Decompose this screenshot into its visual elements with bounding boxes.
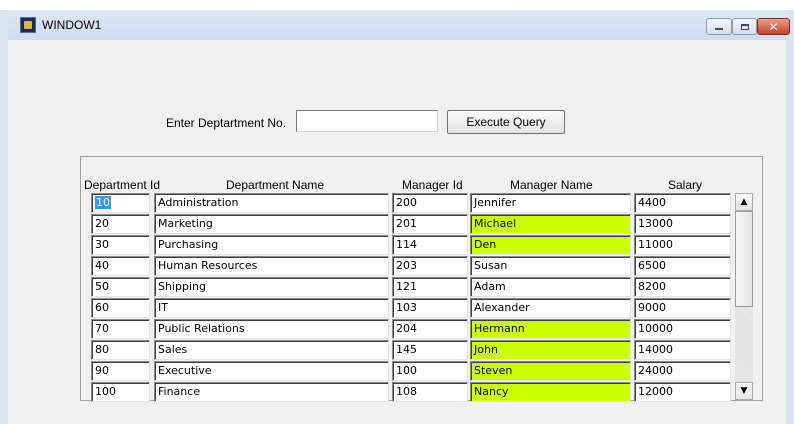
department-id-cell[interactable]: 20 [91, 214, 150, 234]
column-header-salary: Salary [668, 178, 703, 192]
table-row: 70 Public Relations 204 Hermann 10000 [0, 319, 794, 340]
close-icon: ✕ [768, 19, 779, 34]
scroll-up-button[interactable]: ▲ [735, 193, 753, 211]
column-header-department-id: Department Id [84, 178, 161, 192]
manager-name-cell[interactable]: Adam [470, 277, 631, 297]
selected-text: 10 [95, 196, 111, 209]
salary-cell[interactable]: 12000 [634, 382, 731, 402]
manager-name-cell[interactable]: Jennifer [470, 193, 631, 213]
maximize-button[interactable] [732, 18, 757, 35]
table-row: 20 Marketing 201 Michael 13000 [0, 214, 794, 235]
salary-cell[interactable]: 24000 [634, 361, 731, 381]
department-name-cell[interactable]: Public Relations [154, 319, 389, 339]
arrow-up-icon: ▲ [740, 197, 748, 207]
app-icon [20, 17, 36, 33]
arrow-down-icon: ▼ [740, 386, 748, 396]
department-number-label: Enter Deptartment No. [166, 116, 287, 130]
manager-id-cell[interactable]: 108 [392, 382, 468, 402]
table-row: 40 Human Resources 203 Susan 6500 [0, 256, 794, 277]
manager-id-cell[interactable]: 203 [392, 256, 468, 276]
department-name-cell[interactable]: Sales [154, 340, 389, 360]
department-id-cell[interactable]: 100 [91, 382, 150, 402]
table-row: 100 Finance 108 Nancy 12000 [0, 382, 794, 403]
manager-name-cell[interactable]: Nancy [470, 382, 631, 402]
salary-cell[interactable]: 9000 [634, 298, 731, 318]
scrollbar-thumb[interactable] [735, 211, 753, 307]
maximize-icon [740, 23, 749, 30]
manager-name-cell[interactable]: Hermann [470, 319, 631, 339]
department-name-cell[interactable]: Marketing [154, 214, 389, 234]
table-row: 60 IT 103 Alexander 9000 [0, 298, 794, 319]
column-header-department-name: Department Name [226, 178, 325, 192]
salary-cell[interactable]: 13000 [634, 214, 731, 234]
salary-cell[interactable]: 4400 [634, 193, 731, 213]
manager-id-cell[interactable]: 145 [392, 340, 468, 360]
table-row: 50 Shipping 121 Adam 8200 [0, 277, 794, 298]
salary-cell[interactable]: 8200 [634, 277, 731, 297]
manager-name-cell[interactable]: Susan [470, 256, 631, 276]
vertical-scrollbar[interactable]: ▲ ▼ [735, 193, 753, 400]
manager-id-cell[interactable]: 100 [392, 361, 468, 381]
department-name-cell[interactable]: Human Resources [154, 256, 389, 276]
department-id-cell[interactable]: 30 [91, 235, 150, 255]
manager-id-cell[interactable]: 201 [392, 214, 468, 234]
manager-name-cell[interactable]: Steven [470, 361, 631, 381]
salary-cell[interactable]: 14000 [634, 340, 731, 360]
scroll-down-button[interactable]: ▼ [735, 382, 753, 400]
manager-id-cell[interactable]: 200 [392, 193, 468, 213]
department-id-cell[interactable]: 50 [91, 277, 150, 297]
salary-cell[interactable]: 10000 [634, 319, 731, 339]
department-id-cell[interactable]: 80 [91, 340, 150, 360]
execute-query-button[interactable]: Execute Query [447, 110, 565, 134]
minimize-icon [715, 27, 723, 30]
department-name-cell[interactable]: Purchasing [154, 235, 389, 255]
department-name-cell[interactable]: Finance [154, 382, 389, 402]
department-id-cell[interactable]: 10 [91, 193, 150, 213]
table-row: 90 Executive 100 Steven 24000 [0, 361, 794, 382]
department-id-cell[interactable]: 40 [91, 256, 150, 276]
salary-cell[interactable]: 11000 [634, 235, 731, 255]
department-name-cell[interactable]: Administration [154, 193, 389, 213]
department-id-cell[interactable]: 60 [91, 298, 150, 318]
department-name-cell[interactable]: Shipping [154, 277, 389, 297]
manager-id-cell[interactable]: 121 [392, 277, 468, 297]
screen-top-strip [0, 0, 794, 10]
manager-name-cell[interactable]: John [470, 340, 631, 360]
department-number-input[interactable] [296, 110, 438, 132]
salary-cell[interactable]: 6500 [634, 256, 731, 276]
manager-name-cell[interactable]: Michael [470, 214, 631, 234]
department-id-cell[interactable]: 90 [91, 361, 150, 381]
close-button[interactable]: ✕ [757, 18, 790, 35]
department-name-cell[interactable]: Executive [154, 361, 389, 381]
manager-name-cell[interactable]: Alexander [470, 298, 631, 318]
table-row: 10 Administration 200 Jennifer 4400 [0, 193, 794, 214]
minimize-button[interactable] [706, 18, 732, 35]
table-row: 80 Sales 145 John 14000 [0, 340, 794, 361]
manager-id-cell[interactable]: 103 [392, 298, 468, 318]
table-row: 30 Purchasing 114 Den 11000 [0, 235, 794, 256]
manager-id-cell[interactable]: 114 [392, 235, 468, 255]
department-id-cell[interactable]: 70 [91, 319, 150, 339]
window-title: WINDOW1 [42, 18, 102, 32]
column-header-manager-id: Manager Id [402, 178, 463, 192]
column-header-manager-name: Manager Name [510, 178, 593, 192]
window-titlebar[interactable]: WINDOW1 ✕ [8, 10, 790, 40]
department-name-cell[interactable]: IT [154, 298, 389, 318]
manager-name-cell[interactable]: Den [470, 235, 631, 255]
manager-id-cell[interactable]: 204 [392, 319, 468, 339]
